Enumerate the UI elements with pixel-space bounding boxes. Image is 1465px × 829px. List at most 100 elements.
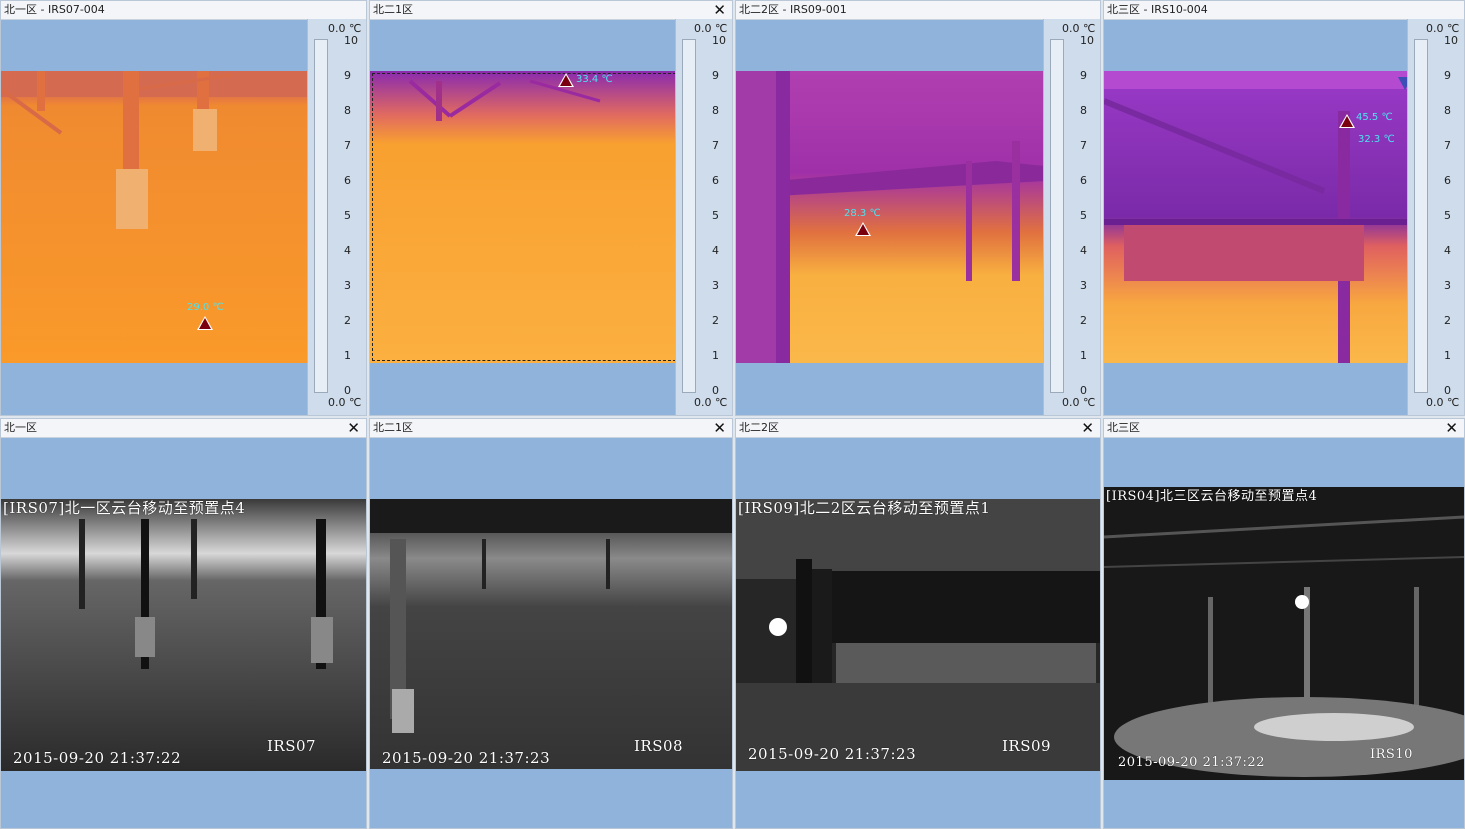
scale-tick: 6 <box>712 174 719 187</box>
hot-spot-marker-icon[interactable] <box>1339 114 1355 128</box>
scale-tick: 10 <box>712 34 726 47</box>
camera-pane-2[interactable]: 北二1区 ✕ 2015-09-20 21:37:23 IRS08 <box>369 418 733 829</box>
pane-title: 北二2区 - IRS09-001 <box>736 1 1100 20</box>
thermal-pane-2[interactable]: 北二1区 ✕ 33.4 ℃ 0.0 ℃ 10 9 8 7 6 5 4 3 2 1… <box>369 0 733 416</box>
scale-tick: 8 <box>712 104 719 117</box>
scale-tick: 6 <box>344 174 351 187</box>
pane-title: 北一区 ✕ <box>1 419 366 438</box>
scale-tick: 2 <box>1080 314 1087 327</box>
scale-tick: 1 <box>712 349 719 362</box>
hot-spot-marker-icon[interactable] <box>855 222 871 236</box>
scale-bar <box>682 39 696 393</box>
camera-timestamp: 2015-09-20 21:37:23 <box>382 749 551 767</box>
temp-label: 28.3 ℃ <box>844 208 881 219</box>
scale-tick: 4 <box>1444 244 1451 257</box>
pane-title: 北三区 - IRS10-004 <box>1104 1 1464 20</box>
camera-video[interactable]: [IRS07]北一区云台移动至预置点4 2015-09-20 21:37:22 … <box>1 499 366 771</box>
scale-tick: 1 <box>1444 349 1451 362</box>
close-icon[interactable]: ✕ <box>713 1 726 19</box>
camera-video[interactable]: [IRS04]北三区云台移动至预置点4 2015-09-20 21:37:22 … <box>1104 487 1464 780</box>
scale-tick: 3 <box>1080 279 1087 292</box>
pane-title: 北一区 - IRS07-004 <box>1 1 366 20</box>
camera-scene <box>1104 487 1464 780</box>
scale-tick: 6 <box>1080 174 1087 187</box>
camera-video[interactable]: 2015-09-20 21:37:23 IRS08 <box>370 499 732 769</box>
scale-tick: 8 <box>1080 104 1087 117</box>
hot-spot-marker-icon[interactable] <box>197 316 213 330</box>
pane-title: 北二2区 ✕ <box>736 419 1100 438</box>
camera-osd-title: [IRS07]北一区云台移动至预置点4 <box>3 499 246 517</box>
scale-tick: 3 <box>1444 279 1451 292</box>
scale-min-label: 0.0 ℃ <box>694 396 728 409</box>
temp-label: 33.4 ℃ <box>576 74 613 85</box>
scale-min-label: 0.0 ℃ <box>328 396 362 409</box>
camera-pane-1[interactable]: 北一区 ✕ [IRS07]北一区云台移动至预置点4 2015-09-20 21:… <box>0 418 367 829</box>
scale-tick: 1 <box>1080 349 1087 362</box>
scale-tick: 7 <box>344 139 351 152</box>
scale-tick: 9 <box>712 69 719 82</box>
scale-tick: 8 <box>1444 104 1451 117</box>
scale-bar <box>314 39 328 393</box>
camera-scene <box>736 499 1100 771</box>
camera-id: IRS10 <box>1370 747 1413 762</box>
temp-label: 29.0 ℃ <box>187 302 224 313</box>
thermal-image[interactable]: 29.0 ℃ <box>1 71 309 363</box>
scale-tick: 5 <box>712 209 719 222</box>
camera-pane-3[interactable]: 北二2区 ✕ [IRS09]北二2区云台移动至预置点1 2015-09-20 2… <box>735 418 1101 829</box>
scale-tick: 1 <box>344 349 351 362</box>
camera-video[interactable]: [IRS09]北二2区云台移动至预置点1 2015-09-20 21:37:23… <box>736 499 1100 771</box>
camera-id: IRS07 <box>267 737 317 755</box>
close-icon[interactable]: ✕ <box>1445 419 1458 437</box>
thermal-pane-4[interactable]: 北三区 - IRS10-004 45.5 ℃ 32.3 ℃ 0.0 ℃ 10 9… <box>1103 0 1465 416</box>
scale-bar <box>1414 39 1428 393</box>
temp-label: 32.3 ℃ <box>1358 134 1395 145</box>
camera-timestamp: 2015-09-20 21:37:22 <box>13 749 182 767</box>
temperature-scale: 0.0 ℃ 10 9 8 7 6 5 4 3 2 1 0 0.0 ℃ <box>1043 19 1100 415</box>
hot-spot-marker-icon[interactable] <box>558 73 574 87</box>
camera-id: IRS09 <box>1002 737 1052 755</box>
pane-title-text: 北二2区 <box>739 421 779 434</box>
scale-tick: 10 <box>1444 34 1458 47</box>
pane-title-text: 北二1区 <box>373 421 413 434</box>
thermal-scene <box>736 71 1044 363</box>
scale-tick: 2 <box>1444 314 1451 327</box>
scale-tick: 3 <box>712 279 719 292</box>
scale-tick: 2 <box>344 314 351 327</box>
scale-tick: 6 <box>1444 174 1451 187</box>
scale-min-label: 0.0 ℃ <box>1062 396 1096 409</box>
camera-pane-4[interactable]: 北三区 ✕ [IRS04]北三区云台移动至预置点4 2015-09-20 21:… <box>1103 418 1465 829</box>
roi-rectangle[interactable] <box>372 73 676 361</box>
scale-tick: 9 <box>1444 69 1451 82</box>
temperature-scale: 0.0 ℃ 10 9 8 7 6 5 4 3 2 1 0 0.0 ℃ <box>1407 19 1464 415</box>
scale-tick: 3 <box>344 279 351 292</box>
camera-osd-title: [IRS04]北三区云台移动至预置点4 <box>1106 489 1318 504</box>
scale-tick: 5 <box>344 209 351 222</box>
scale-tick: 10 <box>1080 34 1094 47</box>
pane-title-text: 北一区 <box>4 421 37 434</box>
camera-timestamp: 2015-09-20 21:37:22 <box>1118 755 1265 770</box>
scale-tick: 5 <box>1444 209 1451 222</box>
thermal-pane-1[interactable]: 北一区 - IRS07-004 29.0 ℃ 0.0 ℃ 10 9 8 7 6 … <box>0 0 367 416</box>
pane-title: 北二1区 ✕ <box>370 1 732 20</box>
close-icon[interactable]: ✕ <box>713 419 726 437</box>
camera-timestamp: 2015-09-20 21:37:23 <box>748 745 917 763</box>
pane-title: 北二1区 ✕ <box>370 419 732 438</box>
camera-scene <box>370 499 732 769</box>
scale-tick: 4 <box>712 244 719 257</box>
scale-bar <box>1050 39 1064 393</box>
close-icon[interactable]: ✕ <box>1081 419 1094 437</box>
scale-tick: 7 <box>1444 139 1451 152</box>
camera-osd-title: [IRS09]北二2区云台移动至预置点1 <box>738 499 991 517</box>
temp-label: 45.5 ℃ <box>1356 112 1393 123</box>
scale-tick: 5 <box>1080 209 1087 222</box>
thermal-image[interactable]: 33.4 ℃ <box>370 71 676 363</box>
scale-min-label: 0.0 ℃ <box>1426 396 1460 409</box>
scale-tick: 8 <box>344 104 351 117</box>
thermal-image[interactable]: 45.5 ℃ 32.3 ℃ <box>1104 71 1412 363</box>
thermal-pane-3[interactable]: 北二2区 - IRS09-001 28.3 ℃ 0.0 ℃ 10 9 8 7 6… <box>735 0 1101 416</box>
scale-tick: 2 <box>712 314 719 327</box>
close-icon[interactable]: ✕ <box>347 419 360 437</box>
camera-scene <box>1 499 366 771</box>
scale-tick: 9 <box>1080 69 1087 82</box>
thermal-image[interactable]: 28.3 ℃ <box>736 71 1044 363</box>
